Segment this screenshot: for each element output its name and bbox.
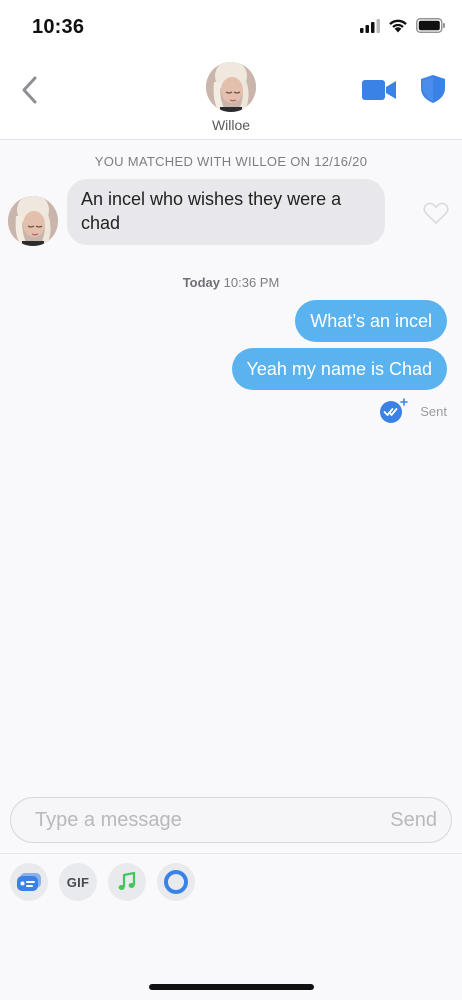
- read-receipt-button[interactable]: [380, 398, 409, 424]
- status-time: 10:36: [32, 16, 85, 38]
- video-call-button[interactable]: [362, 78, 398, 102]
- match-notice: YOU MATCHED WITH WILLOE ON 12/16/20: [94, 154, 368, 169]
- timestamp-day: Today: [182, 275, 221, 290]
- gif-button[interactable]: GIF: [59, 863, 97, 901]
- wifi-icon: [389, 19, 407, 33]
- send-button[interactable]: Send: [390, 809, 437, 832]
- video-call-icon: [362, 80, 396, 100]
- message-status: Sent: [380, 398, 447, 424]
- gif-icon: GIF: [66, 874, 90, 890]
- music-button[interactable]: [108, 863, 146, 901]
- outgoing-message-bubble[interactable]: Yeah my name is Chad: [231, 348, 447, 390]
- share-contact-button[interactable]: [10, 863, 48, 901]
- ring-icon: [164, 870, 188, 894]
- avatar-photo: [8, 196, 58, 246]
- back-chevron-icon: [22, 76, 37, 104]
- shield-icon: [421, 75, 445, 103]
- heart-outline-icon: [423, 202, 449, 224]
- battery-icon: [416, 18, 445, 33]
- status-icons: [360, 18, 446, 33]
- avatar-photo: [206, 62, 256, 112]
- sender-avatar[interactable]: [8, 196, 58, 246]
- header-avatar[interactable]: [206, 62, 256, 112]
- contact-card-icon: [17, 873, 41, 891]
- sent-status-label: Sent: [420, 403, 447, 419]
- back-button[interactable]: [14, 74, 44, 106]
- music-note-icon: [118, 872, 136, 890]
- signal-icon: [360, 18, 380, 33]
- match-profile[interactable]: Willoe: [181, 62, 281, 133]
- message-timestamp: Today 10:36 PM: [0, 275, 462, 290]
- outgoing-message-bubble[interactable]: What’s an incel: [295, 300, 447, 342]
- message-composer: Send: [10, 797, 452, 843]
- like-message-button[interactable]: [423, 201, 449, 225]
- message-input[interactable]: [11, 798, 371, 842]
- match-name[interactable]: Willoe: [212, 117, 250, 133]
- timestamp-time: 10:36 PM: [223, 275, 280, 290]
- ring-button[interactable]: [157, 863, 195, 901]
- read-receipt-icon: [380, 398, 409, 423]
- incoming-message-bubble[interactable]: An incel who wishes they were a chad: [67, 179, 385, 245]
- chat-header: Willoe: [0, 56, 462, 140]
- safety-button[interactable]: [420, 74, 446, 104]
- toolbar-divider: [0, 853, 462, 854]
- home-indicator[interactable]: [149, 984, 314, 990]
- status-bar: 10:36: [0, 0, 462, 56]
